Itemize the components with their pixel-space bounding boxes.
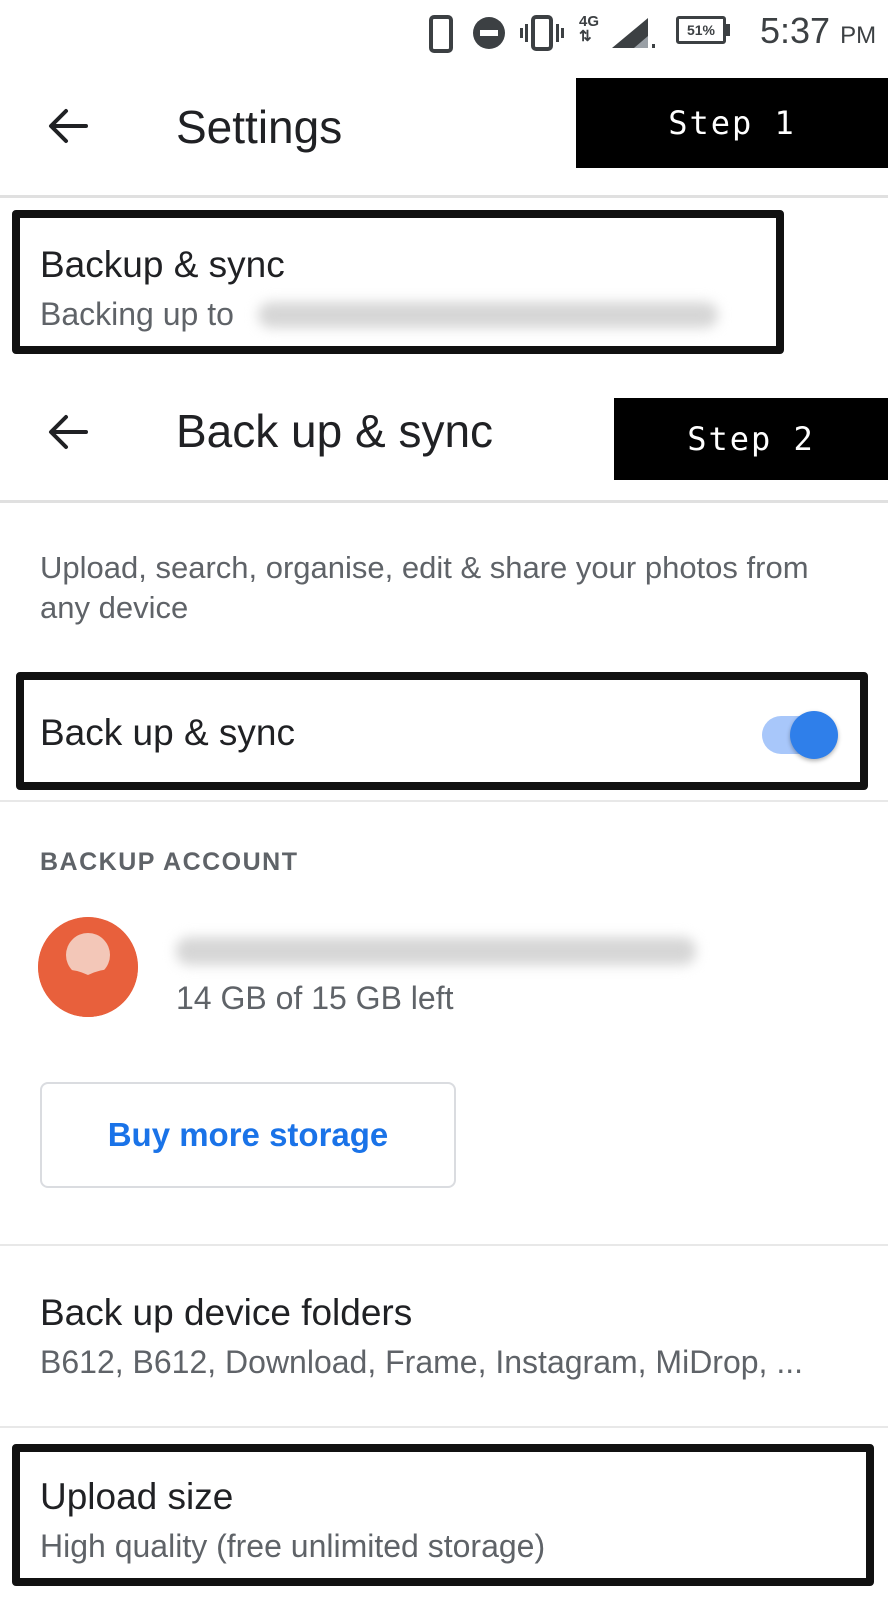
backup-toggle-row[interactable]: Back up & sync	[24, 680, 860, 782]
divider	[0, 500, 888, 503]
page-title-settings: Settings	[176, 101, 343, 153]
redacted-email	[258, 302, 718, 328]
vibrate-icon	[520, 15, 564, 51]
battery-icon: 51%	[676, 16, 726, 44]
back-arrow-icon[interactable]	[44, 102, 92, 150]
device-folders-setting[interactable]: Back up device folders B612, B612, Downl…	[0, 1252, 888, 1420]
step-2-label: Step 2	[614, 398, 888, 480]
storage-left: 14 GB of 15 GB left	[176, 980, 454, 1016]
account-avatar	[38, 917, 138, 1017]
redacted-account-email	[176, 937, 696, 965]
device-folders-title: Back up device folders	[40, 1292, 413, 1333]
upload-size-setting[interactable]: Upload size High quality (free unlimited…	[20, 1452, 866, 1578]
device-folders-subtitle: B612, B612, Download, Frame, Instagram, …	[40, 1344, 803, 1380]
status-bar: 4G ⇅ 51% 5:37 PM	[0, 0, 888, 64]
backup-account-header: BACKUP ACCOUNT	[40, 848, 299, 876]
divider	[0, 1426, 888, 1428]
toggle-knob[interactable]	[790, 711, 838, 759]
page-title-back-up-sync: Back up & sync	[176, 405, 494, 457]
back-arrow-icon[interactable]	[44, 408, 92, 456]
backup-sync-setting[interactable]: Backup & sync Backing up to	[20, 218, 776, 346]
step-1-label: Step 1	[576, 78, 888, 168]
network-type-label: 4G ⇅	[579, 13, 600, 45]
do-not-disturb-icon	[473, 17, 505, 49]
upload-size-title: Upload size	[40, 1476, 234, 1517]
buy-more-storage-button[interactable]: Buy more storage	[40, 1082, 456, 1188]
backup-sync-title: Backup & sync	[40, 244, 285, 285]
phone-icon	[429, 15, 453, 53]
divider	[0, 800, 888, 802]
battery-tip	[726, 24, 730, 36]
avatar-image-icon	[38, 917, 138, 1017]
description-text: Upload, search, organise, edit & share y…	[40, 550, 809, 625]
upload-size-subtitle: High quality (free unlimited storage)	[40, 1528, 546, 1564]
backup-toggle-label: Back up & sync	[40, 712, 296, 753]
clock: 5:37 PM	[760, 10, 877, 51]
battery-level: 51%	[686, 22, 716, 38]
backup-sync-subtitle: Backing up to	[40, 296, 234, 332]
signal-icon	[612, 18, 655, 48]
divider	[0, 1244, 888, 1246]
divider	[0, 195, 888, 198]
